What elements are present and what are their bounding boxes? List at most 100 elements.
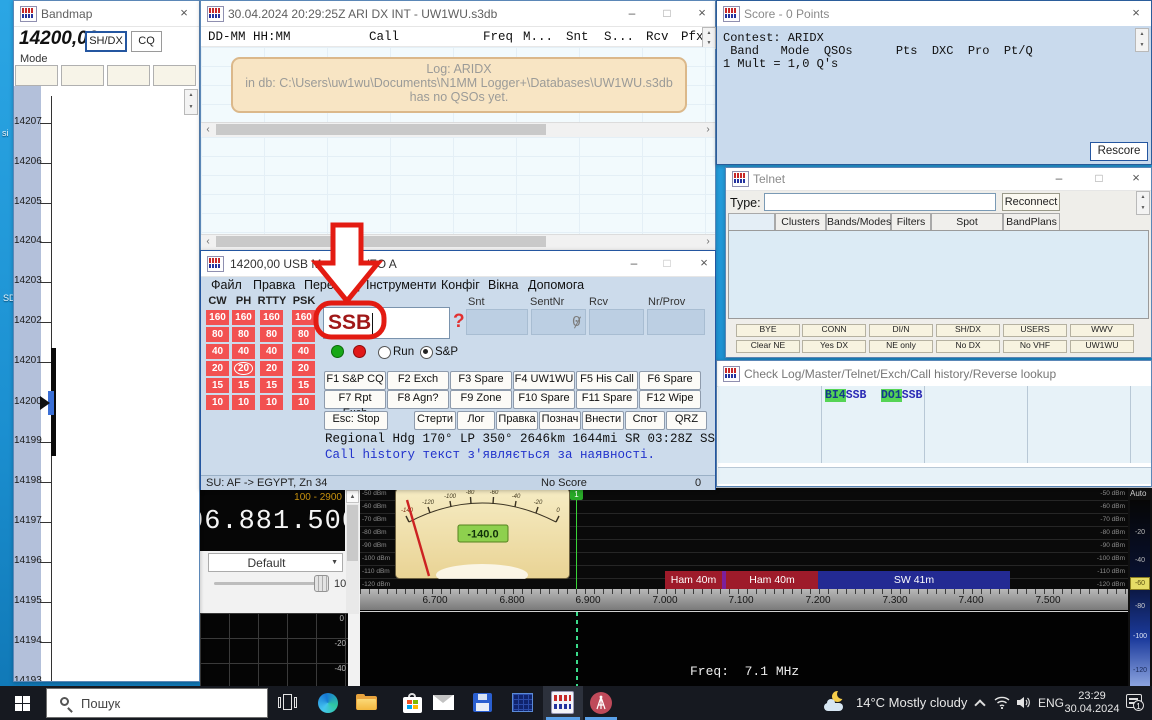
band-button[interactable]: 40: [260, 344, 283, 359]
reconnect-button[interactable]: Reconnect: [1002, 193, 1060, 211]
telnet-button-shdx[interactable]: SH/DX: [936, 324, 1000, 337]
bandmap-mode-button[interactable]: [15, 65, 58, 86]
telnet-button-users[interactable]: USERS: [1003, 324, 1067, 337]
scrollbar-thumb[interactable]: [347, 505, 358, 561]
spinner-up-icon[interactable]: ▲: [1137, 192, 1149, 203]
bandmap-mode-button[interactable]: [153, 65, 196, 86]
band-button[interactable]: 15: [292, 378, 315, 393]
esc-stop-button[interactable]: Esc: Stop: [324, 411, 388, 430]
start-button[interactable]: [0, 686, 46, 720]
spreadsheet-grid-icon[interactable]: [512, 693, 532, 713]
tab-filters[interactable]: Filters: [891, 213, 931, 231]
telnet-button-uw1wu[interactable]: UW1WU: [1070, 340, 1134, 353]
task-view-button[interactable]: [278, 693, 298, 713]
telnet-spinner[interactable]: ▲ ▼: [1136, 191, 1150, 215]
log-column[interactable]: Freq: [483, 30, 513, 44]
bandmap-mode-button[interactable]: [61, 65, 104, 86]
telnet-button-no-vhf[interactable]: No VHF: [1003, 340, 1067, 353]
telnet-button-clear-ne[interactable]: Clear NE: [736, 340, 800, 353]
ms-store-icon[interactable]: [403, 693, 423, 713]
maximize-icon[interactable]: □: [656, 5, 678, 22]
fkey-f7[interactable]: F7 Rpt Exch: [324, 390, 386, 409]
fkey-f9[interactable]: F9 Zone: [450, 390, 512, 409]
band-button-selected[interactable]: 20: [232, 361, 255, 376]
band-button[interactable]: 20: [260, 361, 283, 376]
spinner-up-icon[interactable]: ▲: [185, 90, 197, 102]
log-column[interactable]: Pfx: [681, 30, 704, 44]
band-button[interactable]: 160: [232, 310, 255, 325]
telnet-button-wwv[interactable]: WWV: [1070, 324, 1134, 337]
band-button[interactable]: 10: [260, 395, 283, 410]
scrollbar-thumb[interactable]: [216, 124, 546, 135]
language-indicator[interactable]: ENG: [1038, 696, 1064, 710]
floppy-save-icon[interactable]: [473, 693, 493, 713]
band-button[interactable]: 10: [206, 395, 229, 410]
close-icon[interactable]: ×: [1125, 5, 1147, 22]
n1mm-taskbar-button[interactable]: [543, 686, 583, 720]
maximize-icon[interactable]: □: [1088, 170, 1110, 187]
band-button[interactable]: 10: [292, 395, 315, 410]
log-column[interactable]: M...: [523, 30, 553, 44]
fkey-f10[interactable]: F10 Spare: [513, 390, 575, 409]
close-icon[interactable]: ×: [691, 5, 713, 22]
tab-spot-comment[interactable]: Spot Comment: [931, 213, 1003, 231]
log-hscrollbar-lower[interactable]: ‹ ›: [201, 234, 715, 251]
menu-config[interactable]: Конфіг: [441, 278, 480, 292]
band-button[interactable]: 20: [206, 361, 229, 376]
log-column[interactable]: Rcv: [646, 30, 669, 44]
telnet-button-din[interactable]: DI/N: [869, 324, 933, 337]
log-font-spinner[interactable]: ▲ ▼: [702, 27, 716, 49]
spinner-down-icon[interactable]: ▼: [1136, 40, 1148, 51]
band-button[interactable]: 160: [260, 310, 283, 325]
sdr-taskbar-button[interactable]: [583, 686, 619, 720]
sdr-preset-dropdown[interactable]: Default ▼: [208, 553, 343, 572]
band-button[interactable]: 80: [206, 327, 229, 342]
log-button[interactable]: Лог: [457, 411, 495, 430]
weather-icon[interactable]: [824, 691, 850, 715]
sdr-panel-scrollbar[interactable]: [346, 504, 359, 614]
check-call-suggestion[interactable]: BI4SSB: [825, 389, 866, 402]
menu-help[interactable]: Допомога: [528, 278, 584, 292]
cq-button[interactable]: CQ: [131, 31, 162, 52]
close-icon[interactable]: ×: [693, 255, 715, 272]
bandmap-zoom-spinner[interactable]: ▲ ▼: [184, 89, 198, 115]
spinner-down-icon[interactable]: ▼: [185, 102, 197, 114]
fkey-f5[interactable]: F5 His Call: [576, 371, 638, 390]
telnet-command-input[interactable]: [764, 193, 996, 211]
mail-icon[interactable]: [433, 695, 453, 715]
tab-clusters[interactable]: Clusters: [775, 213, 826, 231]
band-button[interactable]: 15: [232, 378, 255, 393]
fkey-f6[interactable]: F6 Spare: [639, 371, 701, 390]
edge-browser-icon[interactable]: [318, 693, 338, 713]
maximize-icon[interactable]: □: [656, 255, 678, 272]
band-button[interactable]: 20: [292, 361, 315, 376]
band-button[interactable]: 15: [206, 378, 229, 393]
wipe-button[interactable]: Стерти: [414, 411, 456, 430]
shdx-button[interactable]: SH/DX: [85, 31, 127, 52]
score-titlebar[interactable]: Score - 0 Points ×: [717, 1, 1151, 27]
log-column[interactable]: DD-MM HH:MM: [208, 30, 291, 44]
sdr-volume-slider-handle[interactable]: [314, 575, 329, 592]
snt-field[interactable]: [466, 309, 528, 335]
tab-bands-modes[interactable]: Bands/Modes: [826, 213, 891, 231]
entry-titlebar[interactable]: 14200,00 USB Manual - VFO A – □ ×: [201, 251, 715, 277]
mark-button[interactable]: Познач: [539, 411, 581, 430]
sdr-volume-slider-track[interactable]: [214, 582, 326, 585]
minimize-icon[interactable]: –: [621, 5, 643, 22]
menu-edit[interactable]: Правка: [253, 278, 295, 292]
log-column[interactable]: S...: [604, 30, 634, 44]
band-button[interactable]: 80: [260, 327, 283, 342]
minimize-icon[interactable]: –: [1048, 170, 1070, 187]
sdr-frequency-scale[interactable]: 6.700 6.800 6.900 7.000 7.100 7.200 7.30…: [360, 589, 1130, 610]
fkey-f12[interactable]: F12 Wipe: [639, 390, 701, 409]
telnet-button-no-dx[interactable]: No DX: [936, 340, 1000, 353]
fkey-f1[interactable]: F1 S&P CQ: [324, 371, 386, 390]
sentnr-field[interactable]: 0: [531, 309, 586, 335]
telnet-button-bye[interactable]: BYE: [736, 324, 800, 337]
scroll-left-icon[interactable]: ‹: [201, 235, 215, 249]
band-button[interactable]: 40: [232, 344, 255, 359]
band-button[interactable]: 40: [206, 344, 229, 359]
log-column[interactable]: Call: [369, 30, 399, 44]
telnet-titlebar[interactable]: Telnet – □ ×: [726, 168, 1151, 191]
scroll-right-icon[interactable]: ›: [701, 123, 715, 137]
